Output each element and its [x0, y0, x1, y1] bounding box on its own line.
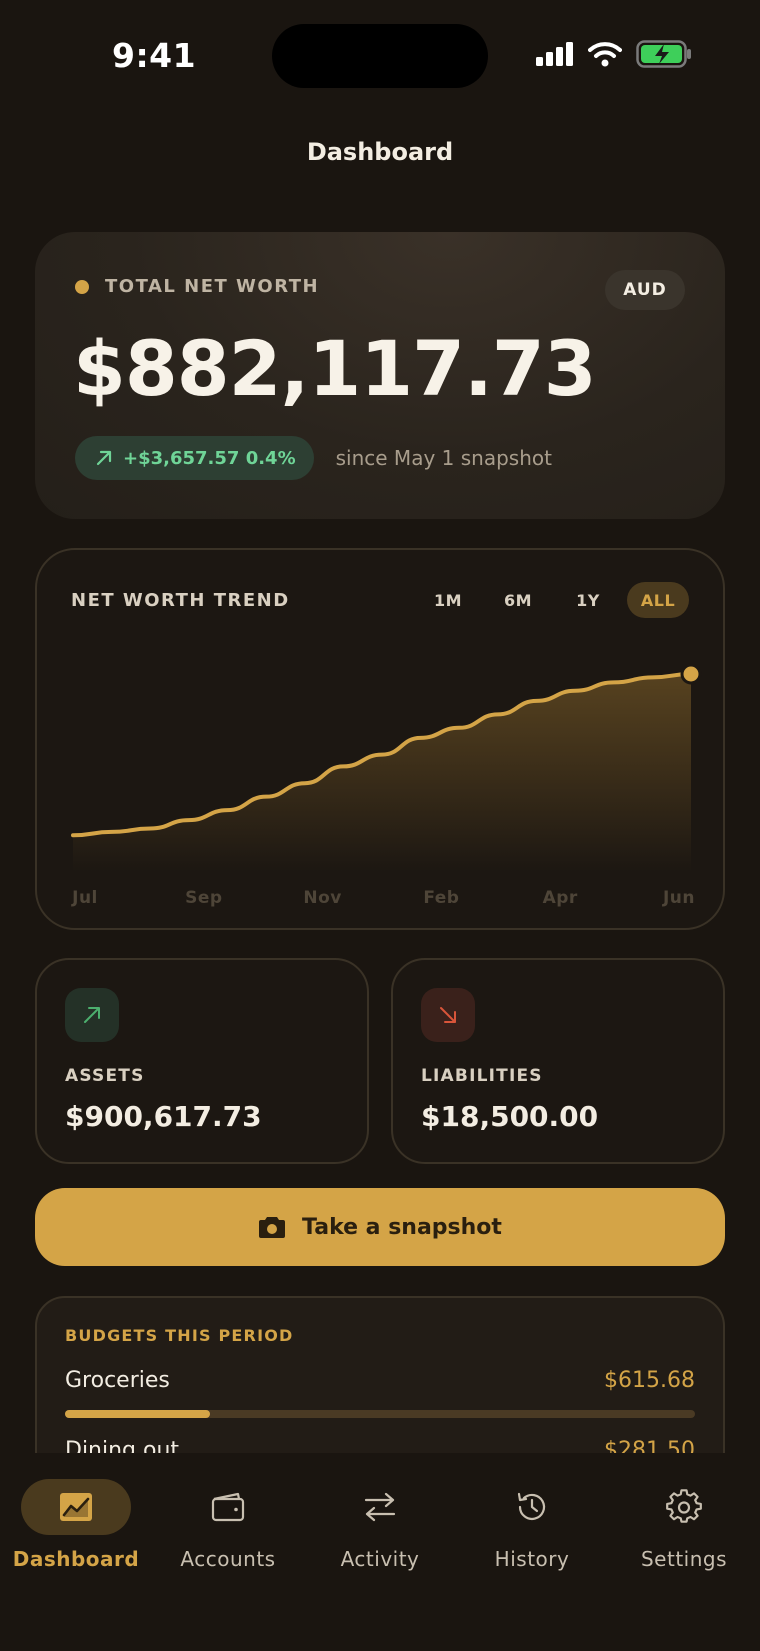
- arrow-down-right-icon: [440, 1007, 456, 1023]
- assets-label: ASSETS: [65, 1066, 145, 1086]
- tab-icon-wrap: [21, 1479, 131, 1535]
- transfer-icon: [364, 1492, 396, 1522]
- battery-charging-icon: [636, 40, 691, 68]
- tab-accounts[interactable]: Accounts: [158, 1479, 298, 1571]
- budget-fill: [65, 1410, 210, 1418]
- camera-icon: [259, 1217, 286, 1238]
- assets-value: $900,617.73: [65, 1100, 262, 1133]
- x-tick-label: Jun: [662, 888, 696, 908]
- net-worth-label-row: TOTAL NET WORTH: [75, 276, 319, 297]
- status-bar: 9:41: [0, 0, 760, 110]
- tab-label: History: [494, 1547, 570, 1571]
- since-label: since May 1 snapshot: [335, 446, 552, 470]
- signal-icon: [536, 42, 573, 66]
- page-title: Dashboard: [306, 138, 454, 166]
- liabilities-value: $18,500.00: [421, 1100, 599, 1133]
- budget-name: Groceries: [65, 1368, 170, 1393]
- liabilities-icon-badge: [421, 988, 475, 1042]
- arrow-up-right-icon: [96, 450, 112, 466]
- wifi-icon: [588, 42, 622, 67]
- trend-endpoint: [680, 663, 702, 685]
- net-worth-dot: [75, 279, 89, 294]
- tab-bar: Dashboard Accounts Activity History Sett…: [0, 1453, 760, 1651]
- change-badge: +$3,657.57 0.4%: [75, 436, 314, 480]
- tab-icon-wrap: [477, 1479, 587, 1535]
- status-icons: [536, 40, 692, 68]
- take-snapshot-button[interactable]: Take a snapshot: [35, 1188, 725, 1266]
- tab-activity[interactable]: Activity: [310, 1479, 450, 1571]
- dynamic-island: [272, 24, 488, 88]
- liabilities-card[interactable]: LIABILITIES $18,500.00: [391, 958, 725, 1164]
- trend-area: [73, 674, 691, 872]
- tab-icon-wrap: [325, 1479, 435, 1535]
- net-worth-label: TOTAL NET WORTH: [105, 276, 320, 297]
- net-worth-value: $882,117.73: [73, 324, 597, 413]
- budget-row-groceries[interactable]: Groceries $615.68: [65, 1368, 695, 1428]
- gear-icon: [666, 1489, 702, 1523]
- tab-label: Dashboard: [12, 1547, 140, 1571]
- arrow-up-right-icon: [84, 1007, 100, 1023]
- tab-settings[interactable]: Settings: [614, 1479, 754, 1571]
- x-tick-label: Feb: [423, 888, 460, 908]
- take-snapshot-label: Take a snapshot: [302, 1214, 502, 1240]
- history-icon: [517, 1492, 546, 1520]
- budgets-title: BUDGETS THIS PERIOD: [65, 1326, 294, 1345]
- trend-card: NET WORTH TREND 1M 6M 1Y ALL Jul Sep Nov Fe…: [35, 548, 725, 930]
- assets-icon-badge: [65, 988, 119, 1042]
- chart-icon: [60, 1493, 92, 1521]
- tab-label: Settings: [640, 1547, 728, 1571]
- tab-history[interactable]: History: [462, 1479, 602, 1571]
- tab-label: Activity: [340, 1547, 420, 1571]
- tab-icon-wrap: [173, 1479, 283, 1535]
- x-tick-label: Apr: [542, 888, 578, 908]
- status-time: 9:41: [112, 36, 197, 75]
- x-tick-label: Nov: [303, 888, 342, 908]
- budget-amount: $615.68: [604, 1368, 695, 1393]
- currency-selector[interactable]: AUD: [605, 270, 685, 310]
- trend-chart: [71, 663, 702, 872]
- tab-label: Accounts: [180, 1547, 276, 1571]
- x-axis: Jul Sep Nov Feb Apr Jun: [71, 888, 694, 912]
- wallet-icon: [211, 1492, 245, 1522]
- change-row: +$3,657.57 0.4% since May 1 snapshot: [75, 436, 552, 480]
- budget-track: [65, 1410, 695, 1418]
- assets-card[interactable]: ASSETS $900,617.73: [35, 958, 369, 1164]
- liabilities-label: LIABILITIES: [421, 1066, 543, 1086]
- x-tick-label: Sep: [185, 888, 223, 908]
- change-value: +$3,657.57 0.4%: [123, 447, 296, 469]
- tab-icon-wrap: [629, 1479, 739, 1535]
- tab-dashboard[interactable]: Dashboard: [6, 1479, 146, 1571]
- x-tick-label: Jul: [72, 888, 98, 908]
- net-worth-card: TOTAL NET WORTH AUD $882,117.73 +$3,657.…: [35, 232, 725, 519]
